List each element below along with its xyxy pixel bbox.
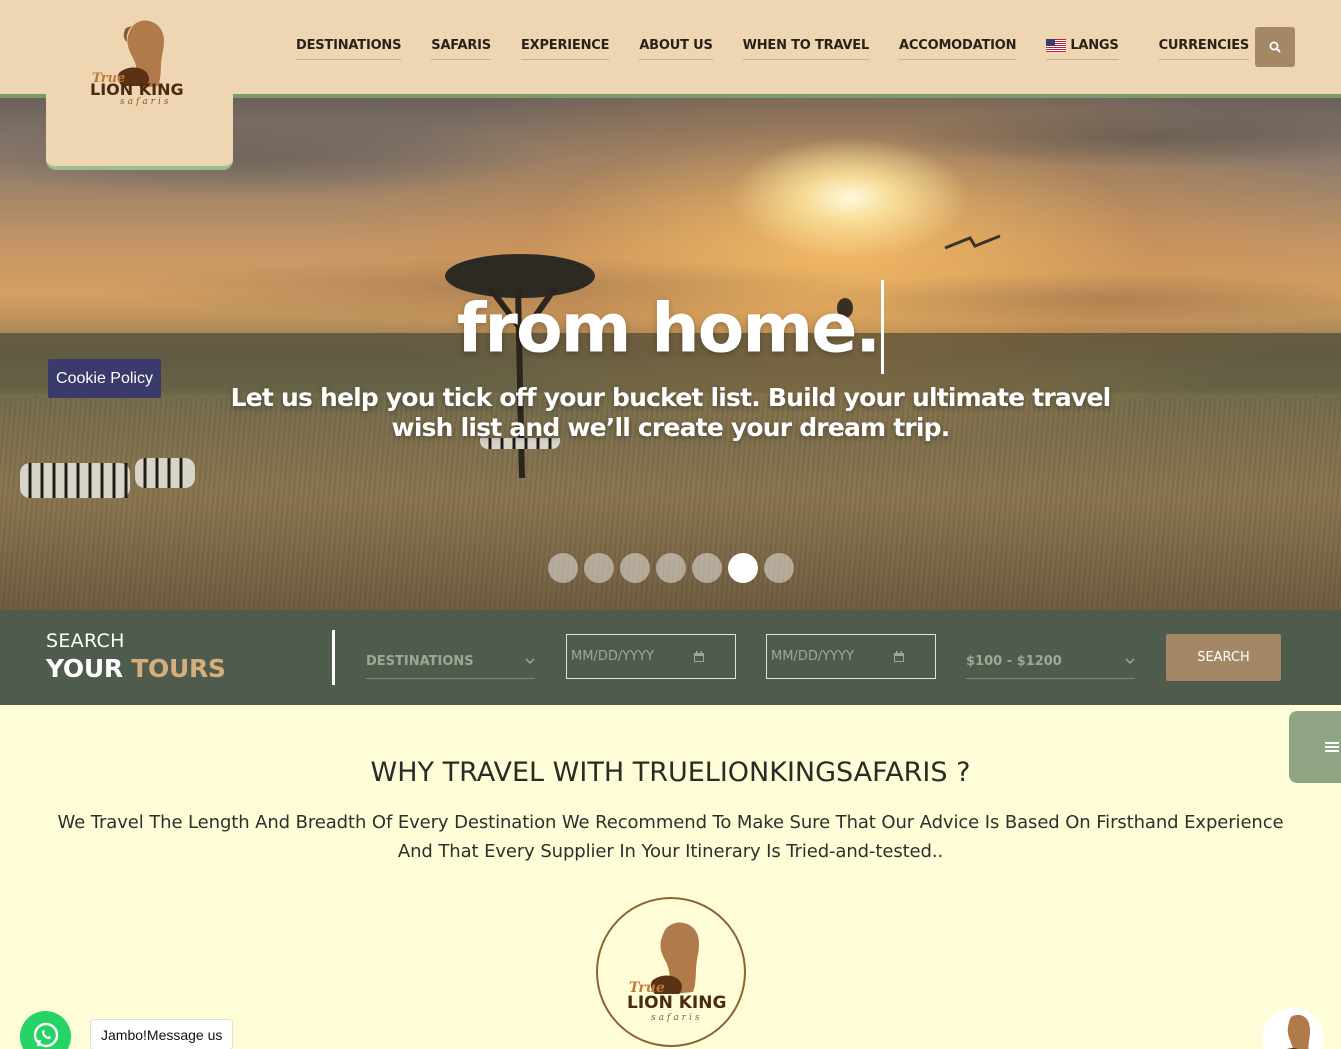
header-search-button[interactable] [1255, 27, 1295, 67]
logo-main-text: LION KING [627, 993, 726, 1013]
date-from-input[interactable]: MM/DD/YYYY [566, 634, 736, 679]
logo-sub-text: safaris [651, 1013, 702, 1023]
search-title-your: YOUR [46, 654, 123, 683]
slider-dot[interactable] [764, 553, 794, 583]
calendar-icon [894, 650, 904, 662]
site-logo[interactable]: True LION KING safaris [46, 0, 233, 170]
search-divider [332, 630, 335, 685]
chevron-down-icon [1125, 658, 1135, 664]
search-icon [1269, 41, 1281, 53]
cookie-policy-button[interactable]: Cookie Policy [48, 359, 161, 398]
slider-dot[interactable] [548, 553, 578, 583]
search-title-tours: TOURS [131, 654, 226, 683]
why-travel-heading: WHY TRAVEL WITH TRUELIONKINGSAFARIS ? [370, 757, 971, 788]
nav-experience[interactable]: EXPERIENCE [520, 38, 610, 60]
typing-caret [881, 280, 885, 374]
nav-accomodation[interactable]: ACCOMODATION [899, 38, 1017, 60]
date-to-placeholder: MM/DD/YYYY [771, 649, 854, 664]
tour-search-bar: SEARCH YOUR TOURS DESTINATIONS MM/DD/YYY… [0, 610, 1341, 705]
nav-langs[interactable]: LANGS [1046, 38, 1119, 60]
search-title-line2: YOUR TOURS [46, 654, 226, 683]
circle-brand-logo: True LION KING safaris [596, 897, 746, 1047]
menu-icon [1325, 742, 1339, 752]
whatsapp-icon [33, 1022, 58, 1048]
why-travel-text: We Travel The Length And Breadth Of Ever… [57, 812, 1284, 862]
nav-about-us[interactable]: ABOUT US [639, 38, 713, 60]
destinations-select-label: DESTINATIONS [366, 653, 474, 669]
slider-dots [548, 553, 794, 583]
price-range-label: $100 - $1200 [966, 653, 1062, 669]
lion-king-logo-icon: True LION KING safaris [90, 20, 183, 106]
nav-currencies[interactable]: CURRENCIES [1158, 38, 1249, 60]
destinations-select[interactable]: DESTINATIONS [366, 638, 535, 679]
price-range-select[interactable]: $100 - $1200 [966, 638, 1135, 679]
slider-dot[interactable] [692, 553, 722, 583]
search-title-line1: SEARCH [46, 630, 125, 652]
hero-slider: from home. Let us help you tick off your… [0, 98, 1341, 610]
side-menu-tab[interactable] [1289, 711, 1341, 783]
bird-image [944, 234, 1001, 250]
nav-destinations[interactable]: DESTINATIONS [296, 38, 401, 60]
lion-king-logo-icon: True [1267, 1014, 1310, 1049]
hero-title-text: from home. [456, 289, 881, 369]
nav-safaris[interactable]: SAFARIS [431, 38, 491, 60]
main-nav: DESTINATIONS SAFARIS EXPERIENCE ABOUT US… [296, 38, 1279, 60]
calendar-icon [694, 650, 704, 662]
slider-dot-active[interactable] [728, 553, 758, 583]
logo-sub-text: safaris [120, 97, 171, 106]
us-flag-icon [1046, 39, 1067, 52]
hero-title: from home. [0, 280, 1341, 380]
chevron-down-icon [525, 658, 535, 664]
hero-subtitle: Let us help you tick off your bucket lis… [230, 383, 1112, 442]
nav-langs-label: LANGS [1070, 38, 1119, 53]
date-from-placeholder: MM/DD/YYYY [571, 649, 654, 664]
slider-dot[interactable] [620, 553, 650, 583]
date-to-input[interactable]: MM/DD/YYYY [766, 634, 936, 679]
lion-king-logo-icon: True LION KING safaris [627, 922, 726, 1023]
slider-dot[interactable] [656, 553, 686, 583]
slider-dot[interactable] [584, 553, 614, 583]
whatsapp-chat-button[interactable] [20, 1011, 71, 1049]
zebra-herd-image [20, 438, 560, 498]
chat-bubble[interactable]: Jambo!Message us [90, 1019, 234, 1049]
corner-brand-logo[interactable]: True [1262, 1008, 1324, 1049]
nav-when-to-travel[interactable]: WHEN TO TRAVEL [742, 38, 869, 60]
search-tours-button[interactable]: SEARCH [1166, 634, 1281, 681]
